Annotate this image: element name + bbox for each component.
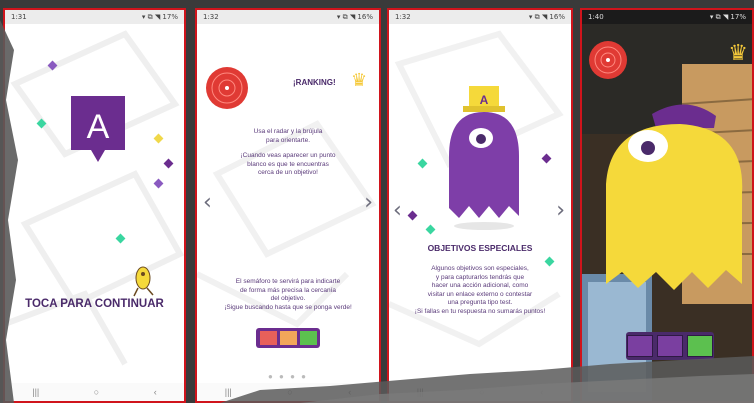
crown-icon[interactable]: ♛ <box>351 70 367 91</box>
back-icon[interactable]: ‹ <box>154 387 157 397</box>
next-arrow[interactable]: › <box>364 190 373 215</box>
android-nav-bar: ||| ○ ‹ <box>5 383 184 401</box>
radar-icon[interactable] <box>588 40 628 80</box>
instruction-semaforo: El semáforo te servirá para indicarte de … <box>224 278 352 311</box>
screen-4-ar-camera[interactable]: 1:40 ▾ ⧉ ◥ 17% ♛ <box>580 8 754 403</box>
character-icon <box>133 266 154 297</box>
prev-arrow[interactable]: ‹ <box>393 198 402 223</box>
semaforo-light <box>259 331 277 345</box>
status-bar: 1:31 ▾ ⧉ ◥ 17% <box>5 10 184 24</box>
special-objectives-text: Algunos objetivos son especiales, y para … <box>414 265 546 315</box>
recents-icon[interactable]: ||| <box>225 387 232 397</box>
semaforo-light <box>657 335 683 357</box>
android-nav-bar: ||| ○ ‹ <box>197 383 379 401</box>
android-nav-bar: ||| ○ ‹ <box>389 383 571 401</box>
status-icons: ▾ ⧉ ◥ 16% <box>528 12 565 21</box>
screen-1[interactable]: 1:31 ▾ ⧉ ◥ 17% A TOCA PARA CONTINUAR |||… <box>3 8 186 403</box>
home-icon[interactable]: ○ <box>94 387 99 397</box>
status-icons: ▾ ⧉ ◥ 16% <box>336 12 373 21</box>
status-icons: ▾ ⧉ ◥ 17% <box>141 12 178 21</box>
recents-icon[interactable]: ||| <box>32 387 39 397</box>
status-bar: 1:32 ▾ ⧉ ◥ 16% <box>197 10 379 24</box>
semaforo-light <box>627 335 653 357</box>
back-icon[interactable]: ‹ <box>348 387 351 397</box>
back-icon[interactable]: ‹ <box>540 387 543 397</box>
logo-icon: A <box>71 96 125 162</box>
special-objectives-title: OBJETIVOS ESPECIALES <box>427 243 533 253</box>
status-time: 1:32 <box>395 13 411 21</box>
semaforo-light <box>299 331 317 345</box>
instruction-white-dot: ¡Cuando veas aparecer un punto blanco es … <box>240 152 336 176</box>
crown-icon[interactable]: ♛ <box>728 40 748 66</box>
semaforo <box>626 332 714 360</box>
ghost-character-icon <box>606 104 743 290</box>
tap-to-continue-button[interactable]: TOCA PARA CONTINUAR <box>13 298 176 310</box>
status-time: 1:40 <box>588 13 604 21</box>
logo-letter: A <box>87 108 110 146</box>
status-time: 1:31 <box>11 13 27 21</box>
status-time: 1:32 <box>203 13 219 21</box>
home-icon[interactable]: ○ <box>479 387 484 397</box>
semaforo-light <box>279 331 297 345</box>
radar-icon[interactable] <box>205 66 249 110</box>
recents-icon[interactable]: ||| <box>417 387 424 397</box>
background-pattern <box>5 30 184 366</box>
hat-letter: A <box>480 93 489 107</box>
instruction-radar: Usa el radar y la brújula para orientarte… <box>253 128 323 144</box>
status-bar: 1:40 ▾ ⧉ ◥ 17% <box>582 10 752 24</box>
page-indicator: ● ● ● ● <box>268 372 308 381</box>
screen-3[interactable]: 1:32 ▾ ⧉ ◥ 16% A ‹ › OBJETIVOS ESPECIALE… <box>387 8 573 403</box>
status-icons: ▾ ⧉ ◥ 17% <box>709 12 746 21</box>
next-arrow[interactable]: › <box>556 198 565 223</box>
home-icon[interactable]: ○ <box>287 387 292 397</box>
ghost-character-icon: A <box>449 86 519 230</box>
semaforo-light <box>687 335 713 357</box>
ranking-label: ¡RANKING! <box>293 78 336 87</box>
semaforo <box>256 328 320 348</box>
prev-arrow[interactable]: ‹ <box>203 190 212 215</box>
status-bar: 1:32 ▾ ⧉ ◥ 16% <box>389 10 571 24</box>
screen-2[interactable]: 1:32 ▾ ⧉ ◥ 16% ¡RANKING! ♛ Usa el radar … <box>195 8 381 403</box>
